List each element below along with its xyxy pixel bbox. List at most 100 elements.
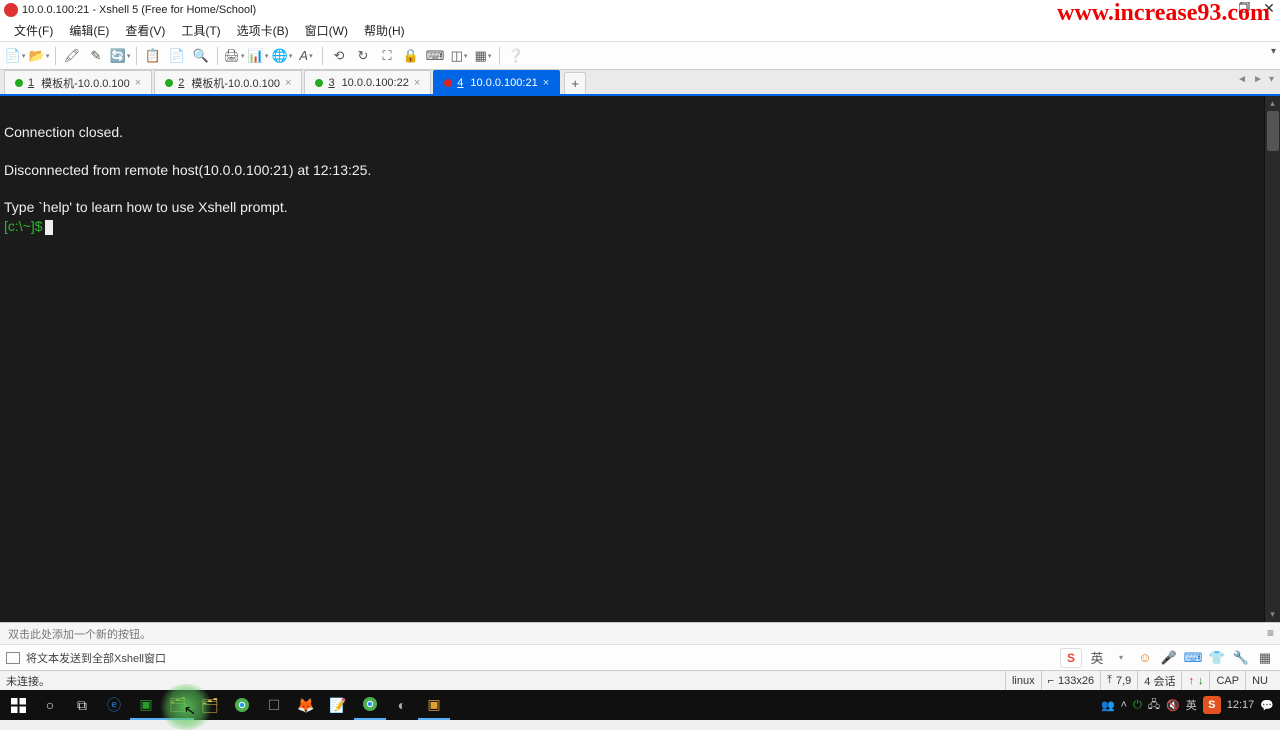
send-label: 将文本发送到全部Xshell窗口 [26, 650, 166, 666]
terminal[interactable]: Connection closed. Disconnected from rem… [0, 96, 1264, 622]
ftp-button[interactable]: ⟲ [328, 45, 350, 67]
close-button[interactable]: ✕ [1260, 0, 1278, 16]
menu-tools[interactable]: 工具(T) [173, 20, 228, 41]
tile-button[interactable]: ◫▾ [448, 45, 470, 67]
tab-close-icon[interactable]: × [135, 77, 141, 89]
volume-icon[interactable]: 🔇 [1166, 699, 1180, 712]
menu-edit[interactable]: 编辑(E) [61, 20, 117, 41]
scroll-down-icon[interactable]: ▾ [1270, 609, 1275, 620]
status-cursor: ⤒7,9 [1100, 671, 1137, 690]
chrome2-icon[interactable] [354, 690, 386, 720]
xshell-taskbar-icon[interactable]: ▣ [418, 690, 450, 720]
menu-file[interactable]: 文件(F) [6, 20, 61, 41]
tab-close-icon[interactable]: × [543, 77, 549, 89]
search-button[interactable]: 🔍 [190, 45, 212, 67]
copy-button[interactable]: 📋 [142, 45, 164, 67]
help-button[interactable]: ❔ [505, 45, 527, 67]
app-icon-2[interactable]: 🗂 [162, 690, 194, 720]
restore-button[interactable] [1236, 0, 1254, 16]
edge-icon[interactable]: ⓔ [98, 690, 130, 720]
titlebar: 10.0.0.100:21 - Xshell 5 (Free for Home/… [0, 0, 1280, 20]
menubar: 文件(F) 编辑(E) 查看(V) 工具(T) 选项卡(B) 窗口(W) 帮助(… [0, 20, 1280, 42]
menu-tabs[interactable]: 选项卡(B) [229, 20, 297, 41]
app-icon-3[interactable]: ☐ [258, 690, 290, 720]
scroll-up-icon[interactable]: ▴ [1270, 98, 1275, 109]
terminal-line: Disconnected from remote host(10.0.0.100… [4, 161, 1260, 180]
tab-list-button[interactable]: ▾ [1269, 74, 1274, 85]
ime-grid-icon[interactable]: ▦ [1256, 649, 1274, 667]
tray-chevron-icon[interactable]: ˄ [1121, 699, 1127, 711]
tab-close-icon[interactable]: × [414, 77, 420, 89]
vertical-scrollbar[interactable]: ▴ ▾ [1264, 96, 1280, 622]
ime-emoji-icon[interactable]: ☺ [1136, 649, 1154, 667]
sogou-icon[interactable]: S [1060, 648, 1082, 668]
toolbar: 📄▾ 📂▾ 🖍 ✎ 🔄▾ 📋 📄 🔍 🖨▾ 📊▾ 🌐▾ A▾ ⟲ ↻ ⛶ 🔒 ⌨… [0, 42, 1280, 70]
ime-skin-icon[interactable]: 👕 [1208, 649, 1226, 667]
people-icon[interactable]: 👥 [1101, 699, 1115, 712]
reconnect-button[interactable]: 🔄▾ [109, 45, 131, 67]
chrome-icon[interactable] [226, 690, 258, 720]
clock[interactable]: 12:17 [1227, 699, 1255, 711]
status-sessions: 4 会话 [1137, 671, 1181, 690]
toolbar-separator [136, 47, 137, 65]
font-button[interactable]: A▾ [295, 45, 317, 67]
tab-label: 10.0.0.100:22 [342, 77, 409, 89]
properties-button[interactable]: 📊▾ [247, 45, 269, 67]
app-icon-4[interactable]: ◐ [386, 690, 418, 720]
tab-session-3[interactable]: 3 10.0.0.100:22 × [304, 70, 431, 94]
action-center-icon[interactable]: 💬 [1260, 699, 1274, 712]
new-tab-button[interactable]: + [564, 72, 586, 94]
ime-dropdown-icon[interactable]: ▾ [1112, 649, 1130, 667]
tab-number: 4 [457, 77, 463, 89]
paste-button[interactable]: 📄 [166, 45, 188, 67]
sogou-tray-icon[interactable]: S [1203, 696, 1221, 714]
transfer-button[interactable]: ↻ [352, 45, 374, 67]
network-icon[interactable]: 🖧 [1148, 696, 1160, 715]
start-button[interactable] [2, 690, 34, 720]
tab-session-1[interactable]: 1 模板机-10.0.0.100 × [4, 70, 152, 94]
notepad-icon[interactable]: 📝 [322, 690, 354, 720]
status-dot-icon [15, 79, 23, 87]
menu-window[interactable]: 窗口(W) [297, 20, 356, 41]
compose-menu-icon[interactable]: ≡ [1267, 626, 1274, 640]
app-icon-1[interactable]: ▣ [130, 690, 162, 720]
tabbar: 1 模板机-10.0.0.100 × 2 模板机-10.0.0.100 × 3 … [0, 70, 1280, 96]
ime-lang[interactable]: 英 [1088, 649, 1106, 667]
taskview-button[interactable]: ⧉ [66, 690, 98, 720]
tab-session-4[interactable]: 4 10.0.0.100:21 × [433, 70, 560, 94]
cortana-button[interactable]: ○ [34, 690, 66, 720]
keyboard-button[interactable]: ⌨ [424, 45, 446, 67]
tab-prev-button[interactable]: ◄ [1237, 74, 1247, 85]
pencil-icon[interactable]: ✎ [85, 45, 107, 67]
menu-help[interactable]: 帮助(H) [356, 20, 413, 41]
new-session-button[interactable]: 📄▾ [4, 45, 26, 67]
toolbar-overflow[interactable]: ▾ [1271, 46, 1276, 57]
send-target-icon[interactable] [6, 652, 20, 664]
power-icon[interactable]: ⏻ [1133, 699, 1142, 712]
toolbar-separator [217, 47, 218, 65]
tab-session-2[interactable]: 2 模板机-10.0.0.100 × [154, 70, 302, 94]
ime-keyboard-icon[interactable]: ⌨ [1184, 649, 1202, 667]
status-dot-icon [315, 79, 323, 87]
ime-mic-icon[interactable]: 🎤 [1160, 649, 1178, 667]
globe-button[interactable]: 🌐▾ [271, 45, 293, 67]
menu-view[interactable]: 查看(V) [117, 20, 173, 41]
compose-bar[interactable]: 双击此处添加一个新的按钮。 ≡ [0, 622, 1280, 644]
fullscreen-button[interactable]: ⛶ [376, 45, 398, 67]
print-button[interactable]: 🖨▾ [223, 45, 245, 67]
tab-next-button[interactable]: ► [1253, 74, 1263, 85]
highlighter-icon[interactable]: 🖍 [61, 45, 83, 67]
toolbar-separator [499, 47, 500, 65]
app-logo-icon [4, 3, 18, 17]
scroll-thumb[interactable] [1267, 111, 1279, 151]
terminal-line: Type `help' to learn how to use Xshell p… [4, 198, 1260, 217]
lock-button[interactable]: 🔒 [400, 45, 422, 67]
open-button[interactable]: 📂▾ [28, 45, 50, 67]
firefox-icon[interactable]: 🦊 [290, 690, 322, 720]
ime-lang-tray[interactable]: 英 [1186, 697, 1197, 713]
tab-close-icon[interactable]: × [285, 77, 291, 89]
cascade-button[interactable]: ▦▾ [472, 45, 494, 67]
explorer-icon[interactable]: 🗂 [194, 690, 226, 720]
cursor-icon [45, 220, 53, 235]
ime-tool-icon[interactable]: 🔧 [1232, 649, 1250, 667]
